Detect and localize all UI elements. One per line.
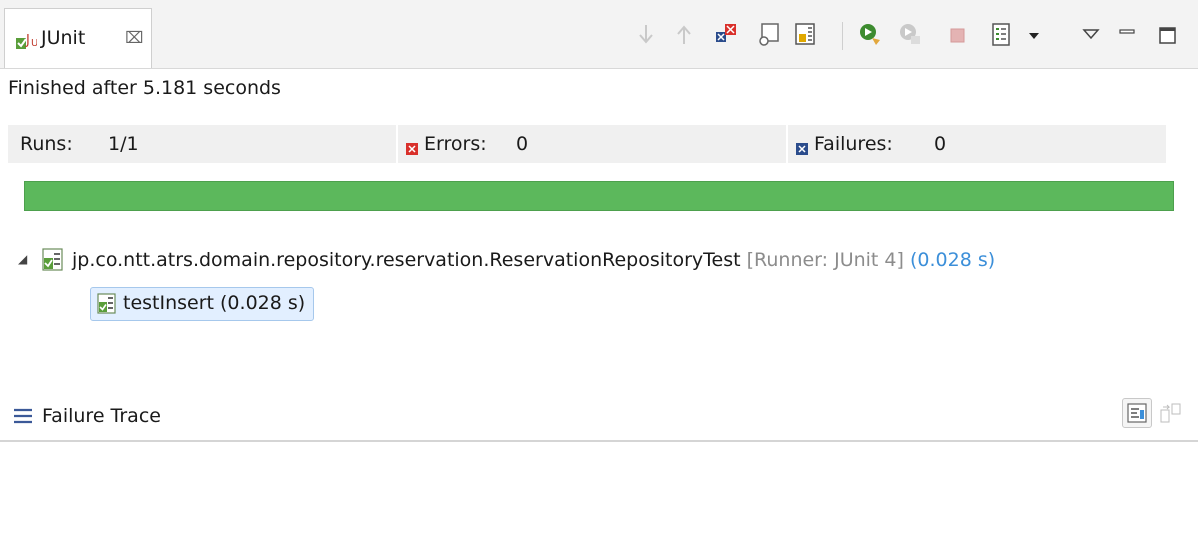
close-icon[interactable]: ⌧ bbox=[125, 25, 143, 51]
failures-label: Failures: bbox=[814, 133, 893, 155]
view-menu-icon[interactable] bbox=[1080, 22, 1104, 48]
filter-stack-trace-icon[interactable] bbox=[1122, 398, 1152, 428]
compare-result-icon[interactable] bbox=[1160, 402, 1182, 426]
failure-icon bbox=[796, 138, 808, 155]
failure-trace-content bbox=[0, 442, 1198, 559]
svg-text:J: J bbox=[25, 33, 30, 48]
errors-counter: Errors: 0 bbox=[398, 125, 786, 163]
test-case-label: testInsert (0.028 s) bbox=[123, 292, 306, 314]
next-failure-icon[interactable] bbox=[634, 22, 658, 48]
svg-text:U: U bbox=[31, 38, 37, 49]
test-ok-icon bbox=[97, 293, 117, 315]
runs-counter: Runs: 1/1 bbox=[8, 125, 396, 163]
failures-value: 0 bbox=[934, 133, 947, 155]
rerun-failed-first-icon[interactable] bbox=[898, 22, 922, 48]
view-tab-bar: J U JUnit ⌧ bbox=[0, 0, 1198, 69]
junit-icon: J U bbox=[15, 29, 38, 51]
tab-title: JUnit bbox=[41, 27, 86, 49]
tree-test-case-row[interactable]: testInsert (0.028 s) bbox=[90, 287, 315, 321]
show-skipped-only-icon[interactable] bbox=[794, 22, 818, 48]
suite-time: (0.028 s) bbox=[909, 249, 996, 271]
expand-triangle-icon[interactable]: ◢ bbox=[18, 252, 27, 266]
show-failures-only-icon[interactable] bbox=[714, 22, 738, 48]
progress-bar bbox=[24, 181, 1174, 211]
maximize-icon[interactable] bbox=[1156, 22, 1180, 48]
previous-failure-icon[interactable] bbox=[672, 22, 696, 48]
error-icon bbox=[406, 138, 418, 155]
junit-tab[interactable]: J U JUnit ⌧ bbox=[4, 8, 152, 68]
stack-trace-icon bbox=[12, 406, 34, 426]
failure-trace-header: Failure Trace bbox=[0, 398, 1198, 442]
test-run-history-icon[interactable] bbox=[990, 22, 1014, 48]
rerun-test-icon[interactable] bbox=[858, 22, 882, 48]
suite-runner: [Runner: JUnit 4] bbox=[746, 249, 904, 271]
minimize-icon[interactable] bbox=[1116, 22, 1140, 48]
failure-trace-title: Failure Trace bbox=[42, 405, 161, 427]
status-message: Finished after 5.181 seconds bbox=[8, 77, 281, 99]
history-dropdown-icon[interactable] bbox=[1024, 22, 1048, 48]
suite-name: jp.co.ntt.atrs.domain.repository.reserva… bbox=[72, 249, 741, 271]
errors-value: 0 bbox=[516, 133, 529, 155]
failures-counter: Failures: 0 bbox=[788, 125, 1166, 163]
toolbar-separator bbox=[842, 22, 843, 50]
runs-label: Runs: bbox=[20, 133, 73, 155]
scroll-lock-icon[interactable] bbox=[756, 22, 780, 48]
errors-label: Errors: bbox=[424, 133, 487, 155]
runs-value: 1/1 bbox=[108, 133, 139, 155]
stop-icon[interactable] bbox=[946, 22, 970, 48]
test-suite-ok-icon bbox=[42, 248, 64, 272]
